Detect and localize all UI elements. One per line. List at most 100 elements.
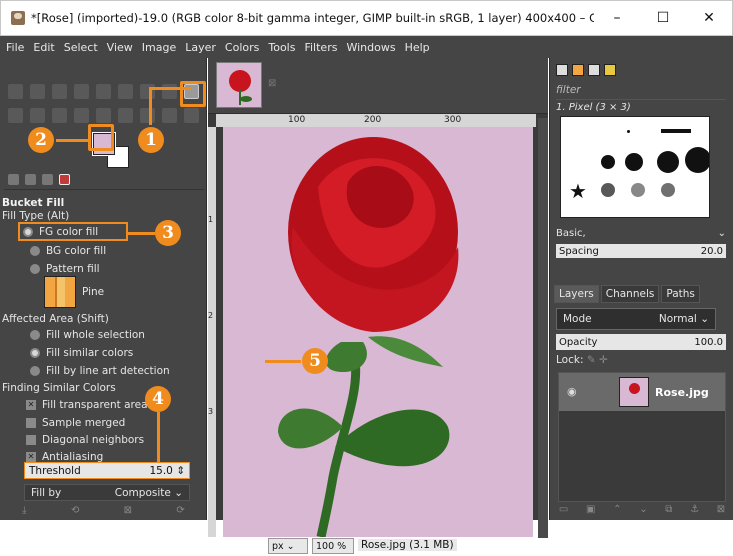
menu-image[interactable]: Image bbox=[142, 41, 176, 54]
smudge-tool-icon[interactable] bbox=[74, 108, 89, 123]
fill-type-pattern-label: Pattern fill bbox=[46, 263, 100, 275]
spacing-value: 20.0 bbox=[700, 245, 723, 257]
spacing-field[interactable]: Spacing 20.0 bbox=[556, 244, 726, 258]
rect-select-tool-icon[interactable] bbox=[96, 84, 111, 99]
star-brush-icon[interactable]: ★ bbox=[569, 179, 587, 203]
lock-pixels-icon[interactable]: ✎ bbox=[587, 354, 596, 366]
color-picker-tool-icon[interactable] bbox=[140, 108, 155, 123]
brush-filter-input[interactable]: filter bbox=[556, 84, 726, 100]
unit-select[interactable]: px ⌄ bbox=[268, 538, 308, 554]
brush-pixel[interactable] bbox=[627, 130, 630, 133]
horizontal-ruler: 100 200 300 bbox=[216, 114, 536, 127]
paths-tool-icon[interactable] bbox=[118, 108, 133, 123]
brush-hard-22[interactable] bbox=[657, 151, 679, 173]
delete-options-icon[interactable]: ⊠ bbox=[124, 505, 132, 520]
layer-row[interactable]: ◉ Rose.jpg bbox=[559, 373, 725, 411]
reset-options-icon[interactable]: ⟳ bbox=[176, 505, 184, 520]
affected-line-art[interactable]: Fill by line art detection bbox=[30, 362, 170, 380]
affected-whole-selection[interactable]: Fill whole selection bbox=[30, 326, 145, 344]
brushes-tab-icon[interactable] bbox=[556, 64, 568, 76]
anchor-layer-icon[interactable]: ⚓ bbox=[690, 504, 699, 518]
fill-type-fg[interactable]: FG color fill bbox=[18, 222, 128, 241]
lock-label: Lock: bbox=[556, 354, 584, 366]
menu-filters[interactable]: Filters bbox=[304, 41, 337, 54]
visibility-eye-icon[interactable]: ◉ bbox=[567, 385, 577, 398]
menu-colors[interactable]: Colors bbox=[225, 41, 259, 54]
align-tool-icon[interactable] bbox=[30, 84, 45, 99]
ruler-left-tick-2: 2 bbox=[208, 311, 214, 320]
lower-layer-icon[interactable]: ⌄ bbox=[639, 504, 647, 518]
menu-select[interactable]: Select bbox=[64, 41, 98, 54]
fill-type-bg[interactable]: BG color fill bbox=[30, 242, 106, 260]
layer-mode-select[interactable]: Mode Normal ⌄ bbox=[556, 308, 716, 330]
device-status-tab-icon[interactable] bbox=[25, 174, 36, 185]
opacity-label: Opacity bbox=[559, 336, 598, 348]
minimize-button[interactable]: – bbox=[594, 10, 640, 26]
image-tab-thumbnail[interactable] bbox=[216, 62, 262, 108]
pattern-preview[interactable] bbox=[44, 276, 76, 308]
new-layer-icon[interactable]: ▭ bbox=[559, 504, 568, 518]
tab-layers[interactable]: Layers bbox=[554, 285, 599, 303]
eraser-tool-icon[interactable] bbox=[30, 108, 45, 123]
tab-channels[interactable]: Channels bbox=[600, 285, 660, 303]
menu-layer[interactable]: Layer bbox=[185, 41, 216, 54]
close-tab-icon[interactable]: ⊠ bbox=[268, 78, 276, 89]
sample-merged[interactable]: Sample merged bbox=[26, 414, 125, 432]
gradients-tab-icon[interactable] bbox=[604, 64, 616, 76]
rotate-tool-icon[interactable] bbox=[74, 84, 89, 99]
brush-hard-26[interactable] bbox=[685, 147, 709, 173]
fg-radio-icon bbox=[23, 226, 33, 237]
menu-file[interactable]: File bbox=[6, 41, 24, 54]
diagonal-neighbors[interactable]: Diagonal neighbors bbox=[26, 431, 144, 449]
maximize-button[interactable]: ☐ bbox=[640, 10, 686, 26]
duplicate-layer-icon[interactable]: ⧉ bbox=[665, 504, 672, 518]
fonts-tab-icon[interactable] bbox=[588, 64, 600, 76]
brush-block[interactable] bbox=[661, 129, 691, 133]
raise-layer-icon[interactable]: ⌃ bbox=[613, 504, 621, 518]
menu-view[interactable]: View bbox=[107, 41, 133, 54]
new-group-icon[interactable]: ▣ bbox=[586, 504, 595, 518]
zoom-tool-icon[interactable] bbox=[184, 108, 199, 123]
restore-options-icon[interactable]: ⟲ bbox=[71, 505, 79, 520]
delete-layer-icon[interactable]: ⊠ bbox=[717, 504, 725, 518]
brush-presets[interactable]: Basic, ⌄ bbox=[556, 228, 726, 242]
clone-tool-icon[interactable] bbox=[52, 108, 67, 123]
vertical-scrollbar[interactable] bbox=[538, 118, 548, 538]
brush-grunge-1[interactable] bbox=[601, 183, 615, 197]
undo-history-tab-icon[interactable] bbox=[42, 174, 53, 185]
brush-grid[interactable]: ★ bbox=[560, 116, 710, 218]
close-button[interactable]: ✕ bbox=[686, 10, 732, 26]
brush-soft-14[interactable] bbox=[601, 155, 615, 169]
menu-tools[interactable]: Tools bbox=[268, 41, 295, 54]
measure-tool-icon[interactable] bbox=[162, 108, 177, 123]
tool-options-tabs bbox=[4, 170, 204, 190]
menu-windows[interactable]: Windows bbox=[346, 41, 395, 54]
brush-grunge-3[interactable] bbox=[661, 183, 675, 197]
callout-1-arrow bbox=[149, 87, 152, 125]
crop-tool-icon[interactable] bbox=[52, 84, 67, 99]
fill-transparent-areas[interactable]: ✕ Fill transparent areas bbox=[26, 396, 153, 414]
dodge-tool-icon[interactable] bbox=[96, 108, 111, 123]
threshold-field[interactable]: Threshold 15.0 ⇕ bbox=[24, 462, 190, 479]
paintbrush-tool-icon[interactable] bbox=[8, 108, 23, 123]
tool-options-tab-icon[interactable] bbox=[8, 174, 19, 185]
menu-edit[interactable]: Edit bbox=[33, 41, 54, 54]
callout-5-arrow bbox=[265, 360, 301, 363]
patterns-tab-icon[interactable] bbox=[572, 64, 584, 76]
opacity-field[interactable]: Opacity 100.0 bbox=[556, 334, 726, 350]
image-canvas[interactable]: 5 bbox=[223, 127, 533, 537]
antialiasing-checkbox-icon: ✕ bbox=[26, 452, 36, 462]
lasso-tool-icon[interactable] bbox=[118, 84, 133, 99]
lock-position-icon[interactable]: ✛ bbox=[599, 354, 608, 366]
save-options-icon[interactable]: ⤓ bbox=[22, 505, 26, 520]
brush-grunge-2[interactable] bbox=[631, 183, 645, 197]
brush-soft-18[interactable] bbox=[625, 153, 643, 171]
images-tab-icon[interactable] bbox=[59, 174, 70, 185]
fill-by-select[interactable]: Fill by Composite ⌄ bbox=[24, 484, 190, 501]
move-tool-icon[interactable] bbox=[8, 84, 23, 99]
menu-help[interactable]: Help bbox=[405, 41, 430, 54]
zoom-select[interactable]: 100 % bbox=[312, 538, 354, 554]
ruler-left-tick-1: 1 bbox=[208, 215, 214, 224]
tab-paths[interactable]: Paths bbox=[661, 285, 700, 303]
affected-similar-colors[interactable]: Fill similar colors bbox=[30, 344, 133, 362]
